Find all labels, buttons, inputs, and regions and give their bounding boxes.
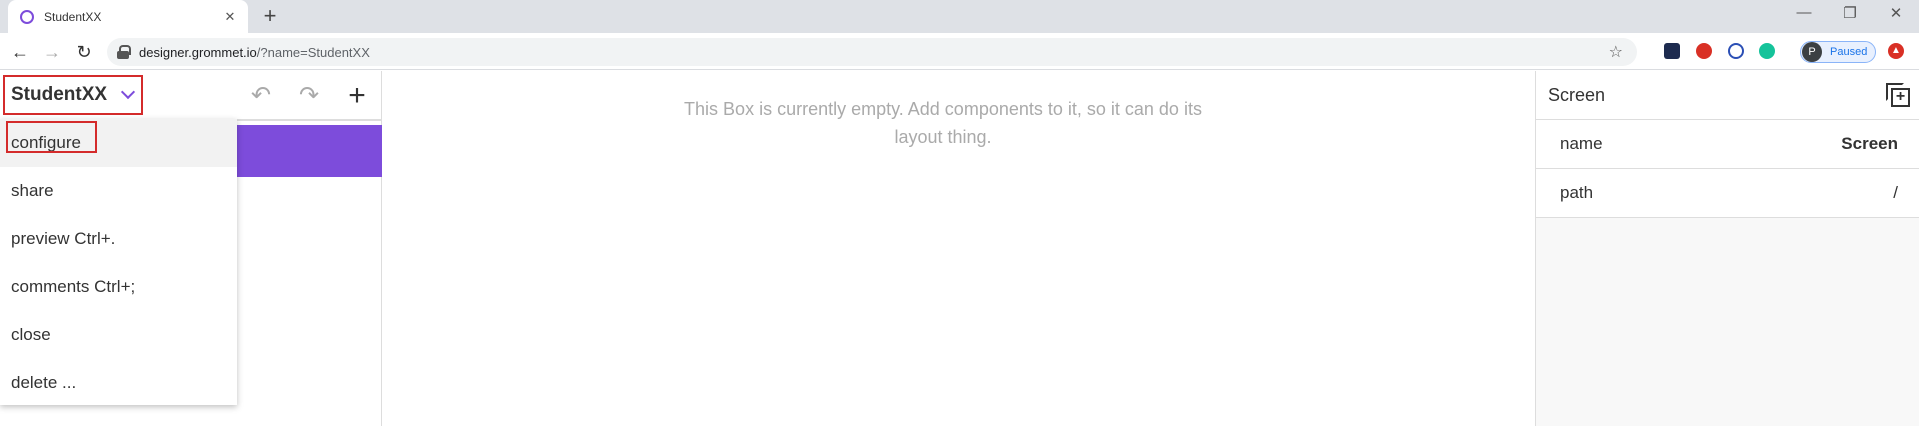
menu-item-label: delete ... <box>11 373 77 392</box>
add-component-icon[interactable]: + <box>342 81 372 111</box>
app-menu-dropdown: configure share preview Ctrl+. comments … <box>0 119 237 405</box>
design-canvas[interactable]: This Box is currently empty. Add compone… <box>383 71 1535 426</box>
address-bar[interactable]: designer.grommet.io/?name=StudentXX ☆ <box>107 38 1637 66</box>
grommet-favicon-icon <box>20 9 34 24</box>
left-panel: StudentXX ↶ ↷ + configure share preview … <box>0 71 382 426</box>
profile-status: Paused <box>1830 46 1868 58</box>
new-tab-button[interactable]: + <box>258 5 282 29</box>
back-icon[interactable]: ← <box>8 40 32 64</box>
property-label: name <box>1560 134 1603 153</box>
update-icon[interactable]: ▲ <box>1888 43 1904 59</box>
properties-panel: Screen + name Screen path / <box>1535 71 1919 426</box>
bookmark-star-icon[interactable]: ☆ <box>1609 42 1623 62</box>
undo-icon[interactable]: ↶ <box>246 81 276 111</box>
property-row-name[interactable]: name Screen <box>1536 120 1919 169</box>
browser-tab[interactable]: StudentXX ✕ <box>8 0 248 33</box>
designer-app: StudentXX ↶ ↷ + configure share preview … <box>0 71 1919 426</box>
app-name-menu-button[interactable]: StudentXX <box>3 75 143 115</box>
properties-title: Screen <box>1548 85 1606 105</box>
reload-icon[interactable]: ↻ <box>72 40 96 64</box>
duplicate-icon[interactable]: + <box>1886 83 1910 107</box>
url-host: designer.grommet.io <box>139 44 257 60</box>
highlight-box <box>6 121 97 153</box>
adblock-extension-icon[interactable] <box>1696 43 1712 59</box>
menu-item-configure[interactable]: configure <box>0 119 237 167</box>
restore-icon[interactable]: ❐ <box>1830 4 1870 22</box>
tab-title: StudentXX <box>44 9 102 24</box>
menu-item-share[interactable]: share <box>0 167 237 215</box>
url-path: /?name=StudentXX <box>256 44 370 60</box>
menu-item-comments[interactable]: comments Ctrl+; <box>0 263 237 311</box>
minimize-icon[interactable]: — <box>1784 4 1824 21</box>
forward-icon[interactable]: → <box>40 40 64 64</box>
avatar: P <box>1802 42 1822 62</box>
menu-item-label: preview Ctrl+. <box>11 229 116 248</box>
property-value: Screen <box>1841 134 1898 153</box>
menu-item-close[interactable]: close <box>0 311 237 359</box>
menu-item-label: close <box>11 325 51 344</box>
left-header: StudentXX ↶ ↷ + <box>0 71 382 119</box>
redo-icon[interactable]: ↷ <box>294 81 324 111</box>
browser-toolbar: ← → ↻ designer.grommet.io/?name=StudentX… <box>0 33 1919 70</box>
property-label: path <box>1560 183 1594 202</box>
browser-tab-strip: StudentXX ✕ + — ❐ ✕ <box>0 0 1919 33</box>
lock-icon <box>117 45 131 59</box>
grammarly-extension-icon[interactable] <box>1759 43 1775 59</box>
property-row-path[interactable]: path / <box>1536 169 1919 218</box>
property-value: / <box>1893 183 1898 202</box>
empty-box-message: This Box is currently empty. Add compone… <box>684 99 1202 147</box>
block-extension-icon[interactable] <box>1728 43 1744 59</box>
chevron-down-icon <box>120 84 136 100</box>
menu-item-label: share <box>11 181 54 200</box>
menu-item-preview[interactable]: preview Ctrl+. <box>0 215 237 263</box>
profile-button[interactable]: P Paused <box>1800 41 1876 63</box>
properties-header: Screen + <box>1536 71 1919 120</box>
app-name: StudentXX <box>11 84 108 105</box>
menu-item-delete[interactable]: delete ... <box>0 359 237 407</box>
menu-item-label: comments Ctrl+; <box>11 277 136 296</box>
tab-close-icon[interactable]: ✕ <box>222 9 238 25</box>
window-close-icon[interactable]: ✕ <box>1876 4 1916 22</box>
react-devtools-extension-icon[interactable] <box>1664 43 1680 59</box>
